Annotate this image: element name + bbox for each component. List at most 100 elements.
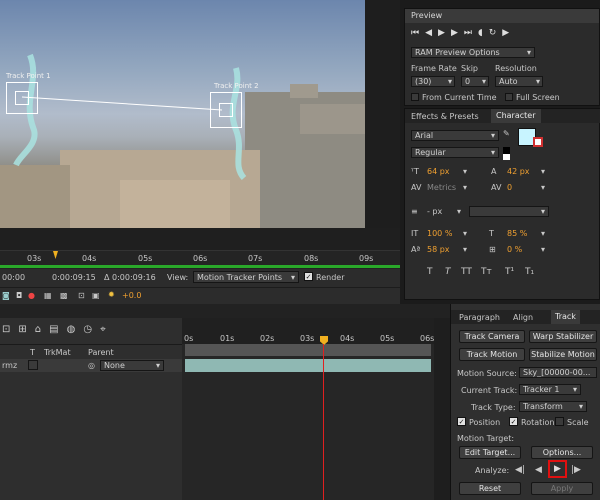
- position-checkbox[interactable]: ✓: [457, 417, 466, 426]
- chevron-down-icon[interactable]: ▾: [463, 245, 467, 254]
- ram-preview-dropdown[interactable]: RAM Preview Options ▾: [411, 47, 535, 58]
- analyze-back-one-frame-icon[interactable]: ◀|: [515, 465, 525, 475]
- comp-mini-flowchart-icon[interactable]: ⊡: [2, 324, 18, 335]
- white-swatch[interactable]: [503, 154, 510, 160]
- scale-checkbox[interactable]: [555, 417, 564, 426]
- faux-bold-button[interactable]: T: [427, 267, 433, 277]
- show-snapshot-icon[interactable]: ◘: [16, 291, 22, 300]
- work-area-range[interactable]: [185, 344, 431, 356]
- black-swatch[interactable]: [503, 147, 510, 154]
- tab-effects-presets[interactable]: Effects & Presets: [411, 112, 479, 121]
- small-caps-button[interactable]: Tт: [481, 267, 492, 277]
- work-area-start[interactable]: 0:00:09:15: [52, 273, 96, 282]
- from-current-time-checkbox[interactable]: [411, 93, 419, 101]
- current-track-dropdown[interactable]: Tracker 1 ▾: [519, 384, 581, 395]
- chevron-down-icon[interactable]: ▾: [463, 167, 467, 176]
- baseline-shift-value[interactable]: 58 px: [427, 245, 450, 254]
- font-size-value[interactable]: 64 px: [427, 167, 450, 176]
- preview-panel-title[interactable]: Preview: [405, 9, 599, 23]
- font-family-dropdown[interactable]: Arial ▾: [411, 130, 499, 141]
- tracking-value[interactable]: 0: [507, 183, 512, 192]
- subscript-button[interactable]: T₁: [525, 267, 534, 277]
- ram-preview-icon[interactable]: ▶: [502, 28, 515, 38]
- shy-icon[interactable]: ⌂: [35, 324, 49, 335]
- horizontal-scale-value[interactable]: 85 %: [507, 229, 527, 238]
- track-type-dropdown[interactable]: Transform ▾: [519, 401, 587, 412]
- tab-character[interactable]: Character: [491, 109, 541, 123]
- edit-target-button[interactable]: Edit Target...: [459, 446, 521, 459]
- warp-stabilizer-button[interactable]: Warp Stabilizer: [529, 330, 597, 343]
- last-frame-icon[interactable]: ⏭: [464, 28, 478, 38]
- play-icon[interactable]: ▶: [438, 28, 451, 38]
- options-button[interactable]: Options...: [531, 446, 593, 459]
- region-of-interest-icon[interactable]: ▦: [44, 291, 52, 300]
- kerning-value[interactable]: Metrics: [427, 183, 456, 192]
- viewer-timecode[interactable]: 00:00: [2, 273, 25, 282]
- snapshot-icon[interactable]: ◙: [2, 291, 10, 300]
- draft-3d-icon[interactable]: ⊞: [18, 324, 34, 335]
- view-dropdown[interactable]: Motion Tracker Points ▾: [193, 271, 299, 283]
- chevron-down-icon[interactable]: ▾: [541, 229, 545, 238]
- exposure-value[interactable]: +0.0: [122, 291, 141, 300]
- loop-icon[interactable]: ↻: [489, 28, 503, 38]
- stabilize-motion-button[interactable]: Stabilize Motion: [529, 348, 597, 361]
- analyze-forward-button[interactable]: ▶: [548, 460, 567, 478]
- rotation-checkbox[interactable]: ✓: [509, 417, 518, 426]
- skip-dropdown[interactable]: 0 ▾: [461, 76, 489, 87]
- tsume-value[interactable]: 0 %: [507, 245, 522, 254]
- render-checkbox[interactable]: ✓: [304, 272, 313, 281]
- tab-tracker[interactable]: Track: [551, 310, 580, 324]
- chevron-down-icon[interactable]: ▾: [463, 183, 467, 192]
- composition-viewer[interactable]: Track Point 1 Track Point 2: [0, 0, 400, 228]
- chevron-down-icon[interactable]: ▾: [463, 229, 467, 238]
- track-point-2-search-box[interactable]: [210, 92, 242, 128]
- parent-dropdown[interactable]: None ▾: [100, 360, 164, 371]
- chevron-down-icon[interactable]: ▾: [457, 207, 461, 216]
- timeline-track-area[interactable]: 0s 01s 02s 03s 04s 05s 06s: [182, 318, 434, 500]
- analyze-backward-icon[interactable]: ◀: [535, 465, 542, 475]
- chevron-down-icon[interactable]: ▾: [541, 167, 545, 176]
- layer-duration-bar[interactable]: [185, 359, 431, 372]
- camera-icon[interactable]: ▣: [92, 291, 100, 300]
- apply-button[interactable]: Apply: [531, 482, 593, 495]
- timeline-scrollbar[interactable]: [434, 318, 450, 500]
- first-frame-icon[interactable]: ⏮: [411, 28, 425, 38]
- prev-frame-icon[interactable]: ◀: [425, 28, 438, 38]
- reset-button[interactable]: Reset: [459, 482, 521, 495]
- frame-rate-dropdown[interactable]: (30) ▾: [411, 76, 455, 87]
- track-camera-button[interactable]: Track Camera: [459, 330, 525, 343]
- reset-exposure-icon[interactable]: ⊡: [78, 291, 85, 300]
- superscript-button[interactable]: T¹: [505, 267, 514, 277]
- brainstorm-icon[interactable]: ◷: [83, 324, 100, 335]
- tab-align[interactable]: Align: [513, 313, 533, 322]
- tab-paragraph[interactable]: Paragraph: [459, 313, 500, 322]
- exposure-icon[interactable]: ✹: [108, 290, 115, 299]
- full-screen-checkbox[interactable]: [505, 93, 513, 101]
- chevron-down-icon[interactable]: ▾: [541, 245, 545, 254]
- stroke-style-dropdown[interactable]: ▾: [469, 206, 549, 217]
- track-point-2-feature-box[interactable]: [219, 103, 233, 117]
- chevron-down-icon[interactable]: ▾: [541, 183, 545, 192]
- audio-icon[interactable]: ◖: [478, 28, 489, 38]
- channel-icon[interactable]: ●: [28, 291, 35, 300]
- trkmat-dropdown[interactable]: [28, 360, 38, 370]
- parent-pickwhip-icon[interactable]: ◎: [88, 361, 95, 370]
- faux-italic-button[interactable]: T: [445, 267, 451, 277]
- all-caps-button[interactable]: TT: [461, 267, 472, 277]
- frame-blending-icon[interactable]: ▤: [49, 324, 66, 335]
- track-motion-button[interactable]: Track Motion: [459, 348, 525, 361]
- viewer-time-ruler[interactable]: 03s 04s 05s 06s 07s 08s 09s: [0, 250, 400, 268]
- track-point-1-search-box[interactable]: [6, 82, 38, 114]
- analyze-forward-one-frame-icon[interactable]: |▶: [571, 465, 581, 475]
- transparency-grid-icon[interactable]: ▩: [60, 291, 68, 300]
- font-style-dropdown[interactable]: Regular ▾: [411, 147, 499, 158]
- vertical-scale-value[interactable]: 100 %: [427, 229, 452, 238]
- motion-blur-icon[interactable]: ◍: [67, 324, 84, 335]
- motion-source-dropdown[interactable]: Sky_[00000-00...: [519, 367, 597, 378]
- resolution-dropdown[interactable]: Auto ▾: [495, 76, 543, 87]
- leading-value[interactable]: 42 px: [507, 167, 530, 176]
- current-time-indicator[interactable]: [53, 251, 58, 259]
- graph-editor-icon[interactable]: ⌖: [100, 324, 114, 335]
- track-point-1-feature-box[interactable]: [15, 91, 29, 105]
- stroke-color-swatch[interactable]: [533, 137, 543, 147]
